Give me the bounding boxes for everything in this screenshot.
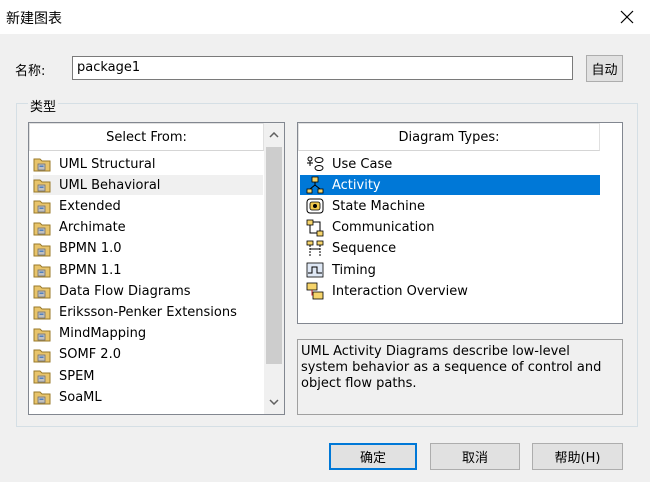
list-item-label: UML Behavioral — [59, 177, 161, 193]
type-group-label: 类型 — [28, 96, 59, 115]
list-item-label: SOMF 2.0 — [59, 347, 121, 363]
diagram-type-label: Sequence — [332, 241, 397, 257]
list-item[interactable]: SoaML — [33, 387, 263, 407]
list-item[interactable]: UML Behavioral — [33, 175, 263, 196]
diagram-type-item[interactable]: Interaction Overview — [300, 281, 600, 301]
cancel-button[interactable]: 取消 — [430, 443, 520, 470]
scroll-down-button[interactable] — [264, 392, 284, 412]
diagram-type-item[interactable]: Use Case — [300, 154, 600, 174]
diagram-type-label: Activity — [332, 177, 381, 193]
list-item[interactable]: SOMF 2.0 — [33, 345, 263, 365]
diagram-type-item[interactable]: Sequence — [300, 239, 600, 259]
diagram-types-header[interactable]: Diagram Types: — [298, 123, 600, 151]
window-title: 新建图表 — [6, 11, 62, 27]
sequence-icon — [306, 240, 324, 258]
list-item-label: Extended — [59, 198, 121, 214]
chevron-up-icon — [269, 132, 279, 138]
timing-icon — [306, 261, 324, 279]
folder-icon — [33, 325, 51, 343]
activity-icon — [306, 176, 324, 194]
scroll-thumb[interactable] — [266, 147, 282, 364]
title-bar: 新建图表 — [0, 0, 650, 34]
select-from-header[interactable]: Select From: — [29, 123, 264, 151]
list-item-label: Eriksson-Penker Extensions — [59, 304, 237, 320]
diagram-type-label: Use Case — [332, 156, 393, 172]
close-icon — [620, 10, 634, 24]
list-item[interactable]: SPEM — [33, 366, 263, 386]
diagram-type-label: Timing — [332, 262, 376, 278]
folder-icon — [33, 303, 51, 321]
list-item[interactable]: BPMN 1.1 — [33, 260, 263, 280]
communication-icon — [306, 219, 324, 237]
folder-icon — [33, 346, 51, 364]
list-item[interactable]: MindMapping — [33, 324, 263, 344]
auto-button[interactable]: 自动 — [586, 55, 623, 82]
folder-icon — [33, 388, 51, 406]
list-item-label: BPMN 1.0 — [59, 241, 122, 257]
folder-icon — [33, 367, 51, 385]
folder-icon — [33, 197, 51, 215]
list-item-label: Data Flow Diagrams — [59, 283, 191, 299]
name-input[interactable]: package1 — [72, 56, 573, 80]
list-item[interactable]: Extended — [33, 196, 263, 216]
diagram-type-item[interactable]: Timing — [300, 260, 600, 280]
list-item-label: SPEM — [59, 368, 95, 384]
ok-button[interactable]: 确定 — [329, 443, 417, 470]
close-button[interactable] — [604, 0, 650, 34]
list-item-label: UML Structural — [59, 156, 156, 172]
folder-icon — [33, 261, 51, 279]
name-label: 名称: — [15, 64, 46, 79]
interaction-overview-icon — [306, 282, 324, 300]
list-item[interactable]: Eriksson-Penker Extensions — [33, 302, 263, 322]
diagram-types-list[interactable]: Diagram Types: Use Case Activity State Mac… — [297, 122, 623, 324]
diagram-type-item[interactable]: Communication — [300, 218, 600, 238]
use-case-icon — [306, 155, 324, 173]
list-item-label: BPMN 1.1 — [59, 262, 122, 278]
chevron-down-icon — [269, 399, 279, 405]
diagram-type-item[interactable]: State Machine — [300, 196, 600, 216]
folder-icon — [33, 219, 51, 237]
folder-icon — [33, 240, 51, 258]
diagram-type-label: Interaction Overview — [332, 283, 468, 299]
list-item-label: Archimate — [59, 220, 126, 236]
list-item[interactable]: Data Flow Diagrams — [33, 281, 263, 301]
diagram-type-label: State Machine — [332, 198, 425, 214]
diagram-type-item[interactable]: Activity — [300, 175, 600, 196]
scroll-up-button[interactable] — [264, 125, 284, 145]
list-item[interactable]: BPMN 1.0 — [33, 239, 263, 259]
help-button[interactable]: 帮助(H) — [532, 443, 623, 470]
folder-icon — [33, 155, 51, 173]
select-from-scrollbar[interactable] — [264, 123, 284, 414]
diagram-description: UML Activity Diagrams describe low-level… — [297, 339, 623, 415]
diagram-type-label: Communication — [332, 220, 435, 236]
list-item[interactable]: UML Structural — [33, 154, 263, 174]
select-from-list[interactable]: Select From: UML Structural UML Behaviora… — [28, 122, 285, 415]
folder-icon — [33, 176, 51, 194]
folder-icon — [33, 282, 51, 300]
list-item-label: MindMapping — [59, 326, 147, 342]
list-item-label: SoaML — [59, 389, 102, 405]
list-item[interactable]: Archimate — [33, 218, 263, 238]
state-machine-icon — [306, 197, 324, 215]
